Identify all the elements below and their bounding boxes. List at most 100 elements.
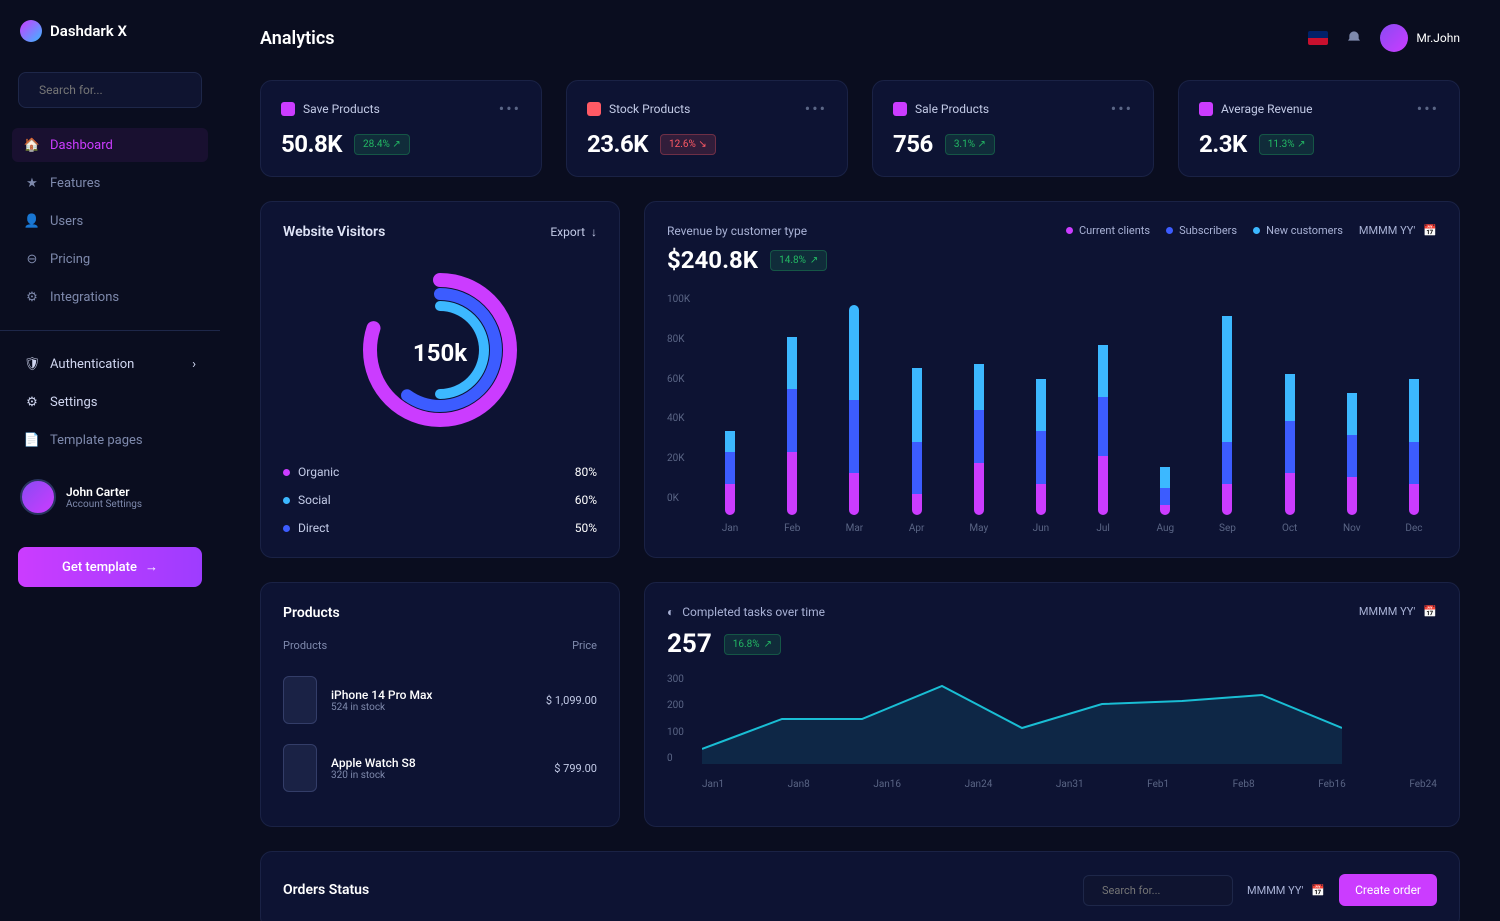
nav-primary: 🏠Dashboard ★Features 👤Users ⊖Pricing ⚙In…	[0, 128, 220, 314]
bar-col: Nov	[1329, 305, 1375, 534]
sidebar-item-pricing[interactable]: ⊖Pricing	[12, 242, 208, 276]
bar-label: Jan	[722, 523, 738, 534]
bar-chart: 100K80K60K40K20K0K Jan Feb Mar Apr May J…	[667, 294, 1437, 534]
revenue-value: $240.8K	[667, 246, 758, 274]
tasks-delta: 16.8% ↗	[724, 634, 781, 655]
sidebar: Dashdark X 🏠Dashboard ★Features 👤Users ⊖…	[0, 0, 220, 921]
tasks-date-picker[interactable]: MMMM YY'📅	[1359, 605, 1437, 618]
stat-icon	[587, 102, 601, 116]
sidebar-item-users[interactable]: 👤Users	[12, 204, 208, 238]
arrow-right-icon: →	[145, 559, 158, 575]
revenue-date-picker[interactable]: MMMM YY' 📅	[1359, 224, 1437, 237]
sidebar-item-settings[interactable]: ⚙Settings	[12, 385, 208, 419]
download-icon: ↓	[591, 225, 597, 239]
product-price: $ 799.00	[554, 762, 597, 775]
more-icon[interactable]: •••	[1111, 99, 1133, 118]
page-title: Analytics	[260, 28, 335, 49]
bar-col: Dec	[1391, 305, 1437, 534]
search-input[interactable]	[39, 83, 195, 97]
stat-card-3: Average Revenue ••• 2.3K 11.3% ↗	[1178, 80, 1460, 177]
sidebar-item-integrations[interactable]: ⚙Integrations	[12, 280, 208, 314]
stat-delta: 3.1% ↗	[945, 134, 995, 155]
home-icon: 🏠	[24, 137, 40, 153]
bar-col: Jun	[1018, 305, 1064, 534]
product-stock: 320 in stock	[331, 770, 416, 781]
visitors-card: Website Visitors Export↓ 150k Organic 8	[260, 201, 620, 558]
user-block[interactable]: John Carter Account Settings	[0, 467, 220, 527]
sidebar-item-dashboard[interactable]: 🏠Dashboard	[12, 128, 208, 162]
products-col-price: Price	[572, 639, 597, 652]
orders-date-picker[interactable]: MMMM YY'📅	[1247, 884, 1325, 897]
product-name: iPhone 14 Pro Max	[331, 688, 432, 702]
bar-col: Jan	[707, 305, 753, 534]
get-template-button[interactable]: Get template→	[18, 547, 202, 587]
products-list: iPhone 14 Pro Max524 in stock $ 1,099.00…	[283, 666, 597, 802]
stat-label: Sale Products	[915, 102, 989, 116]
tasks-title: Completed tasks over time	[682, 605, 825, 619]
line-y-axis: 3002001000	[667, 674, 684, 764]
create-order-button[interactable]: Create order	[1339, 874, 1437, 906]
stat-delta: 11.3% ↗	[1259, 134, 1315, 155]
bar-stack	[912, 305, 922, 515]
stat-label: Average Revenue	[1221, 102, 1312, 116]
bar-label: May	[969, 523, 988, 534]
product-image	[283, 676, 317, 724]
donut-legend: Organic 80% Social 60% Direct 50%	[283, 465, 597, 535]
star-icon: ★	[24, 175, 40, 191]
bar-stack	[787, 305, 797, 515]
legend-dot	[283, 469, 290, 476]
revenue-legend: Current clientsSubscribersNew customersM…	[1066, 224, 1437, 237]
stat-icon	[1199, 102, 1213, 116]
tag-icon: ⊖	[24, 251, 40, 267]
bell-icon[interactable]	[1346, 30, 1362, 46]
bar-col: Oct	[1267, 305, 1313, 534]
divider	[0, 330, 220, 331]
user-icon: 👤	[24, 213, 40, 229]
orders-search[interactable]	[1083, 875, 1233, 906]
bar-stack	[1222, 305, 1232, 515]
bar-label: Aug	[1156, 523, 1174, 534]
bar-stack	[1347, 305, 1357, 515]
avatar-small	[1380, 24, 1408, 52]
bar-col: Aug	[1142, 305, 1188, 534]
sidebar-item-authentication[interactable]: 🛡Authentication ›	[12, 347, 208, 381]
more-icon[interactable]: •••	[1417, 99, 1439, 118]
user-menu[interactable]: Mr.John	[1380, 24, 1460, 52]
legend-row: Social 60%	[283, 493, 597, 507]
calendar-icon: 📅	[1423, 224, 1437, 237]
chevron-right-icon: ›	[192, 357, 196, 372]
bar-label: Sep	[1219, 523, 1236, 534]
clock-icon: ◐	[667, 605, 674, 619]
more-icon[interactable]: •••	[805, 99, 827, 118]
bar-label: Jun	[1033, 523, 1050, 534]
donut-chart: 150k	[350, 260, 530, 440]
orders-card: Orders Status MMMM YY'📅 Create order	[260, 851, 1460, 921]
locale-flag-icon[interactable]	[1308, 31, 1328, 45]
orders-search-input[interactable]	[1102, 884, 1242, 897]
stat-icon	[893, 102, 907, 116]
revenue-subtitle: Revenue by customer type	[667, 224, 827, 238]
product-row[interactable]: Apple Watch S8320 in stock $ 799.00	[283, 734, 597, 802]
sidebar-search[interactable]	[18, 72, 202, 108]
export-button[interactable]: Export↓	[550, 225, 597, 239]
logo[interactable]: Dashdark X	[0, 20, 220, 62]
plug-icon: ⚙	[24, 289, 40, 305]
product-row[interactable]: iPhone 14 Pro Max524 in stock $ 1,099.00	[283, 666, 597, 734]
revenue-card: Revenue by customer type $240.8K 14.8% ↗…	[644, 201, 1460, 558]
more-icon[interactable]: •••	[499, 99, 521, 118]
legend-item: Current clients	[1066, 224, 1150, 237]
sidebar-item-features[interactable]: ★Features	[12, 166, 208, 200]
line-x-axis: Jan1Jan8Jan16Jan24Jan31Feb1Feb8Feb16Feb2…	[702, 779, 1437, 790]
bar-col: Apr	[894, 305, 940, 534]
legend-dot	[1066, 227, 1073, 234]
bar-y-axis: 100K80K60K40K20K0K	[667, 294, 690, 504]
orders-title: Orders Status	[283, 882, 369, 898]
stat-delta: 12.6% ↘	[660, 134, 716, 155]
user-sub: Account Settings	[66, 499, 142, 510]
sidebar-item-template-pages[interactable]: 📄Template pages	[12, 423, 208, 457]
logo-icon	[20, 20, 42, 42]
stat-card-2: Sale Products ••• 756 3.1% ↗	[872, 80, 1154, 177]
revenue-delta: 14.8% ↗	[770, 250, 827, 271]
stat-card-1: Stock Products ••• 23.6K 12.6% ↘	[566, 80, 848, 177]
legend-item: New customers	[1253, 224, 1343, 237]
